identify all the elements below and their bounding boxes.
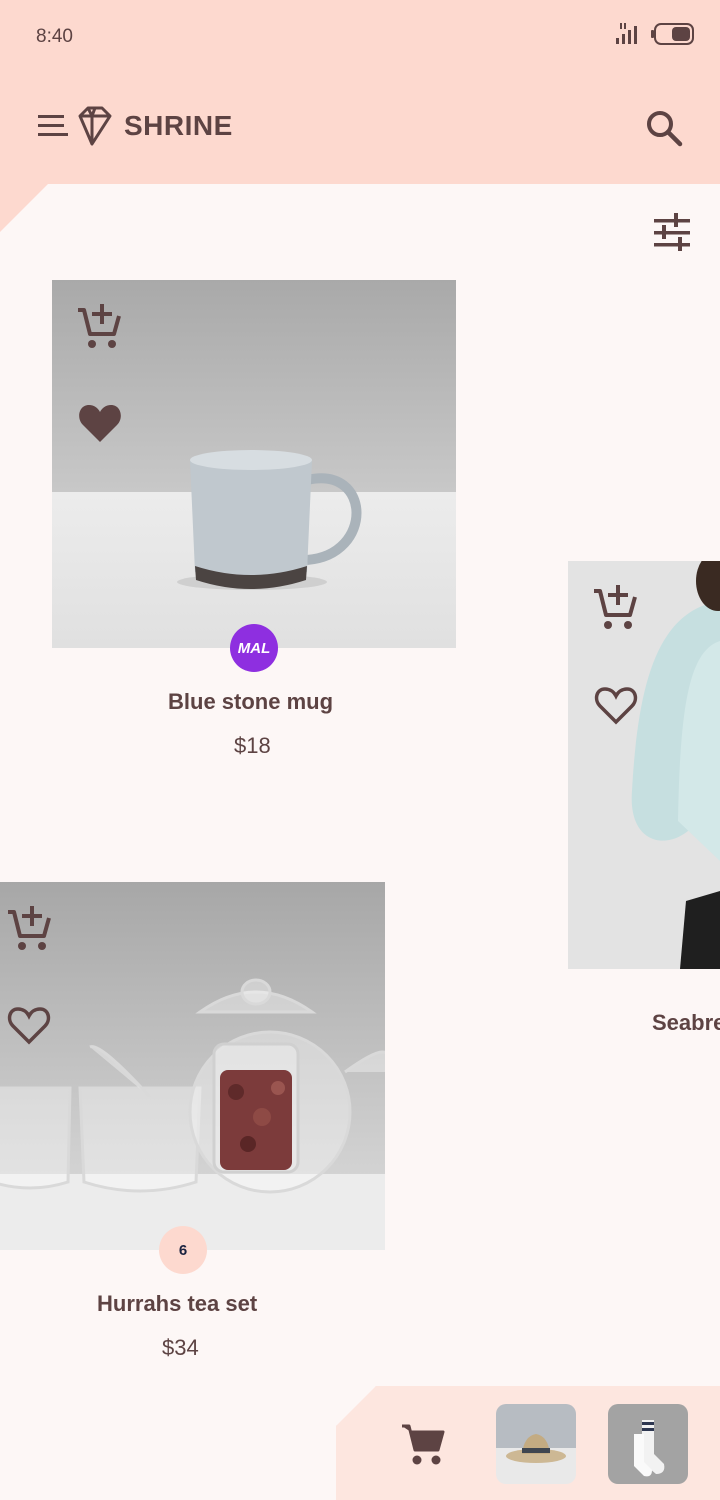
favorite-button[interactable]: [7, 1004, 51, 1050]
product-image-sweater[interactable]: [568, 561, 720, 969]
search-icon: [647, 111, 683, 147]
vendor-badge: 6: [159, 1226, 207, 1274]
tune-icon: [654, 213, 690, 251]
socks-thumbnail[interactable]: [608, 1404, 688, 1484]
status-time: 8:40: [36, 26, 73, 47]
search-button[interactable]: [644, 108, 684, 152]
product-title: Blue stone mug: [168, 689, 334, 714]
top-app-bar: 8:40 SHRINE: [0, 0, 720, 184]
product-price: $34: [162, 1335, 199, 1360]
battery-icon: [651, 23, 694, 45]
shopping-cart-icon: [402, 1424, 445, 1465]
add-to-cart-button[interactable]: [76, 304, 122, 354]
menu-icon: [38, 106, 112, 146]
add-to-cart-button[interactable]: [592, 585, 638, 635]
filter-button[interactable]: [652, 213, 692, 257]
diamond-logo-icon: [78, 106, 112, 146]
backdrop-notch: [0, 184, 48, 232]
status-icons: [614, 22, 696, 46]
heart-outline-icon: [594, 687, 638, 725]
product-title: Seabre: [652, 1010, 720, 1035]
add-shopping-cart-icon: [8, 906, 51, 950]
add-shopping-cart-icon: [594, 585, 637, 629]
add-shopping-cart-icon: [78, 304, 121, 348]
menu-button[interactable]: [36, 104, 116, 156]
favorite-button[interactable]: [78, 402, 122, 448]
favorite-button[interactable]: [594, 684, 638, 730]
cart-panel[interactable]: [336, 1386, 720, 1500]
product-title: Hurrahs tea set: [97, 1291, 258, 1316]
app-title: SHRINE: [124, 110, 233, 141]
product-image-teaset[interactable]: [0, 882, 385, 1250]
add-to-cart-button[interactable]: [6, 906, 52, 956]
vendor-badge: MAL: [230, 624, 278, 672]
product-price: $18: [234, 733, 271, 758]
heart-filled-icon: [79, 405, 121, 442]
hat-thumbnail[interactable]: [496, 1404, 576, 1484]
heart-outline-icon: [7, 1007, 51, 1045]
cart-button[interactable]: [400, 1422, 446, 1470]
signal-icon: [616, 23, 637, 44]
